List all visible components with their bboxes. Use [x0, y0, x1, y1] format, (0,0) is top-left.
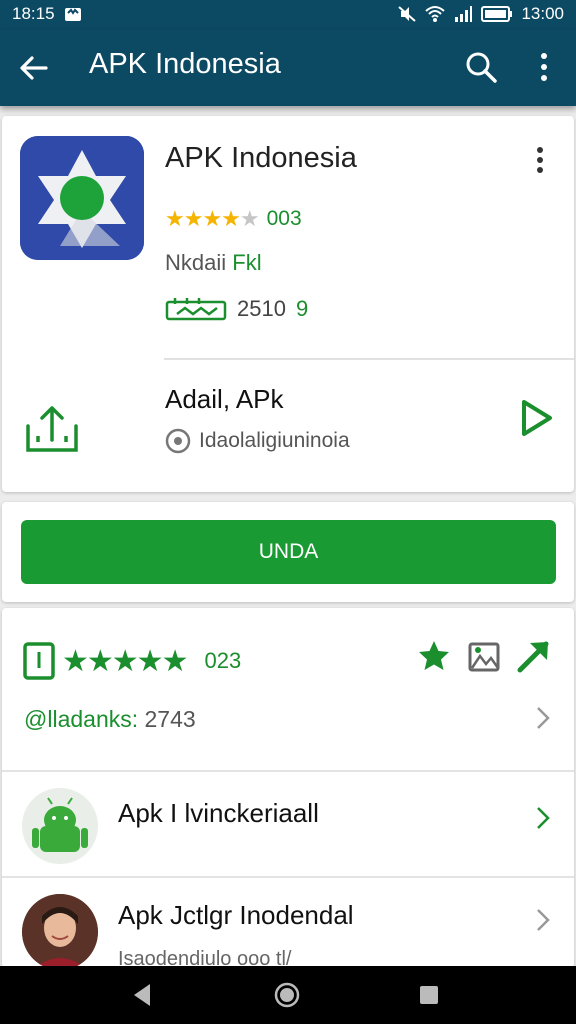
play-icon[interactable]	[518, 396, 554, 440]
divider	[2, 876, 574, 878]
rank-row[interactable]: @lladanks: 2743	[24, 706, 196, 733]
nav-recents-icon[interactable]	[414, 980, 444, 1010]
notification-icon	[64, 8, 81, 21]
back-arrow-icon[interactable]	[16, 50, 52, 86]
app-more-options-icon[interactable]	[530, 144, 550, 176]
action-icons	[416, 638, 552, 674]
app-name: APK Indonesia	[165, 142, 357, 174]
size-row: 2510 9	[165, 296, 308, 322]
review-count: 023	[204, 648, 242, 673]
chevron-right-icon[interactable]	[534, 906, 552, 934]
status-bar: 18:15 13:00	[0, 0, 576, 30]
trending-arrow-icon[interactable]	[516, 638, 552, 674]
battery-icon	[481, 6, 513, 22]
share-upload-icon[interactable]	[24, 404, 80, 454]
app-info-card: APK Indonesia ★★★★★ 003 Nkdaii Fkl 2510 …	[2, 116, 574, 492]
user-photo-icon	[22, 894, 98, 970]
android-robot-icon	[22, 788, 98, 864]
phone-icon	[23, 642, 55, 680]
chevron-right-icon[interactable]	[534, 804, 552, 832]
developer-prefix: Nkdaii	[165, 250, 227, 275]
rating-stars: ★★★★★	[165, 206, 260, 231]
wifi-icon	[425, 6, 446, 22]
rank-label: @lladanks:	[24, 706, 139, 732]
mute-icon	[398, 6, 417, 22]
rank-value: 2743	[144, 706, 196, 732]
developer-suffix: Fkl	[232, 250, 262, 275]
review-stars: ★★★★★	[62, 644, 188, 678]
secondary-url-text: Idaolaligiuninoia	[199, 429, 350, 452]
reviews-row: ★★★★★ 023	[22, 642, 241, 680]
app-bar: APK Indonesia	[0, 30, 576, 106]
install-button[interactable]: UNDA	[21, 520, 556, 584]
image-icon[interactable]	[466, 638, 502, 674]
app-bar-title: APK Indonesia	[89, 48, 281, 80]
app-logo	[20, 136, 144, 260]
avatar	[22, 788, 98, 864]
apk-badge-icon	[165, 298, 227, 321]
signal-icon	[455, 6, 473, 22]
rating-count: 003	[266, 207, 302, 230]
star-icon[interactable]	[416, 638, 452, 674]
app-logo-star-icon	[20, 136, 144, 260]
search-icon[interactable]	[462, 48, 500, 86]
list-item-label[interactable]: Apk Jctlgr Inodendal	[118, 900, 354, 931]
developer-line: Nkdaii Fkl	[165, 250, 262, 276]
list-item-label[interactable]: Apk I lvinckeriaall	[118, 798, 319, 829]
divider	[2, 770, 574, 772]
status-time-right: 13:00	[521, 4, 564, 23]
chevron-right-icon[interactable]	[534, 704, 552, 732]
size-number: 2510	[237, 296, 286, 321]
avatar	[22, 894, 98, 970]
status-time-left: 18:15	[12, 4, 55, 23]
nav-home-icon[interactable]	[272, 980, 302, 1010]
link-icon	[165, 428, 191, 454]
secondary-title: Adail, APk	[165, 384, 284, 414]
secondary-url: Idaolaligiuninoia	[165, 428, 350, 454]
system-nav-bar	[0, 966, 576, 1024]
divider	[164, 358, 574, 360]
install-card: UNDA	[2, 502, 574, 602]
nav-back-icon[interactable]	[128, 980, 158, 1010]
size-suffix: 9	[295, 296, 309, 321]
app-rating: ★★★★★ 003	[165, 206, 302, 232]
reviews-card: ★★★★★ 023 @lladanks: 2743 Apk I lvincker…	[2, 608, 574, 970]
more-options-icon[interactable]	[530, 48, 558, 86]
